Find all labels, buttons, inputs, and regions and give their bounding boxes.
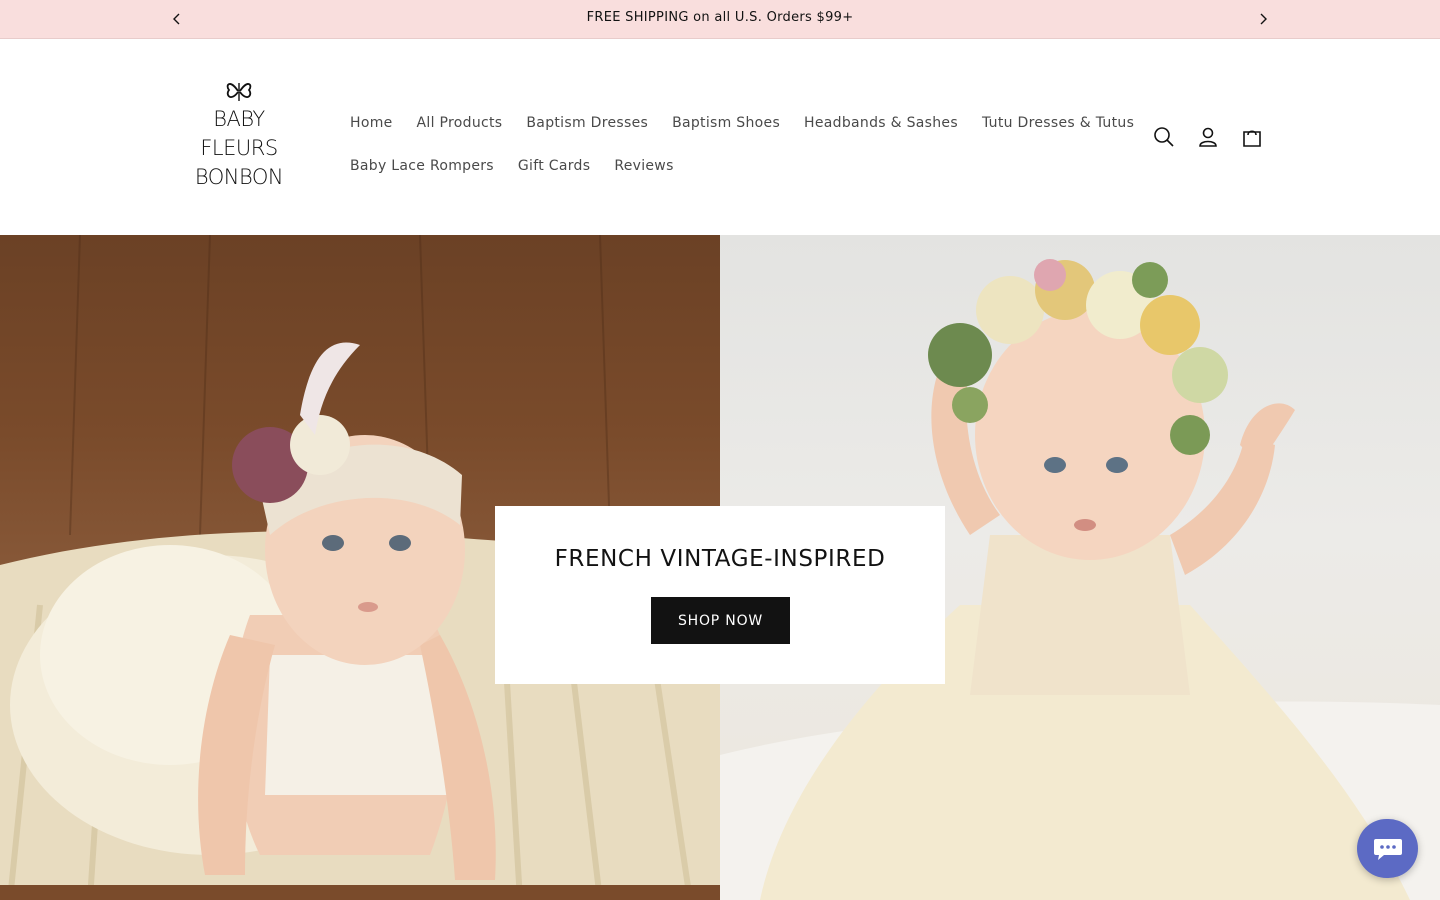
nav-item-baby-lace-rompers[interactable]: Baby Lace Rompers [338, 158, 506, 174]
logo-line-1: BABY [213, 107, 265, 131]
site-header: BABY FLEURS BONBON Home All Products Bap… [0, 39, 1440, 235]
nav-item-gift-cards[interactable]: Gift Cards [506, 158, 602, 174]
hero-heading: FRENCH VINTAGE-INSPIRED [554, 546, 886, 572]
shop-now-button[interactable]: SHOP NOW [651, 597, 790, 644]
logo-line-2: FLEURS [200, 136, 278, 160]
main-nav: Home All Products Baptism Dresses Baptis… [338, 101, 1134, 187]
nav-item-headbands-sashes[interactable]: Headbands & Sashes [792, 115, 970, 131]
logo-line-3: BONBON [194, 165, 284, 189]
hero-text-box: FRENCH VINTAGE-INSPIRED SHOP NOW [495, 506, 945, 684]
search-icon[interactable] [1150, 123, 1178, 151]
nav-item-baptism-shoes[interactable]: Baptism Shoes [660, 115, 792, 131]
butterfly-icon [226, 83, 252, 101]
site-logo[interactable]: BABY FLEURS BONBON [176, 77, 302, 197]
announcement-text: FREE SHIPPING on all U.S. Orders $99+ [586, 10, 854, 25]
nav-row-primary: Home All Products Baptism Dresses Baptis… [338, 101, 1134, 144]
nav-item-all-products[interactable]: All Products [405, 115, 515, 131]
nav-item-reviews[interactable]: Reviews [602, 158, 685, 174]
chat-bubble-icon[interactable] [1357, 819, 1418, 878]
announcement-bar: FREE SHIPPING on all U.S. Orders $99+ [0, 0, 1440, 39]
nav-item-baptism-dresses[interactable]: Baptism Dresses [514, 115, 660, 131]
user-icon[interactable] [1194, 123, 1222, 151]
nav-row-secondary: Baby Lace Rompers Gift Cards Reviews [338, 144, 1098, 187]
nav-item-home[interactable]: Home [338, 115, 405, 131]
nav-item-tutu-dresses[interactable]: Tutu Dresses & Tutus [970, 115, 1146, 131]
hero-banner: FRENCH VINTAGE-INSPIRED SHOP NOW [0, 235, 1440, 900]
shopping-bag-icon[interactable] [1238, 123, 1266, 151]
chevron-right-icon[interactable] [1254, 10, 1272, 28]
